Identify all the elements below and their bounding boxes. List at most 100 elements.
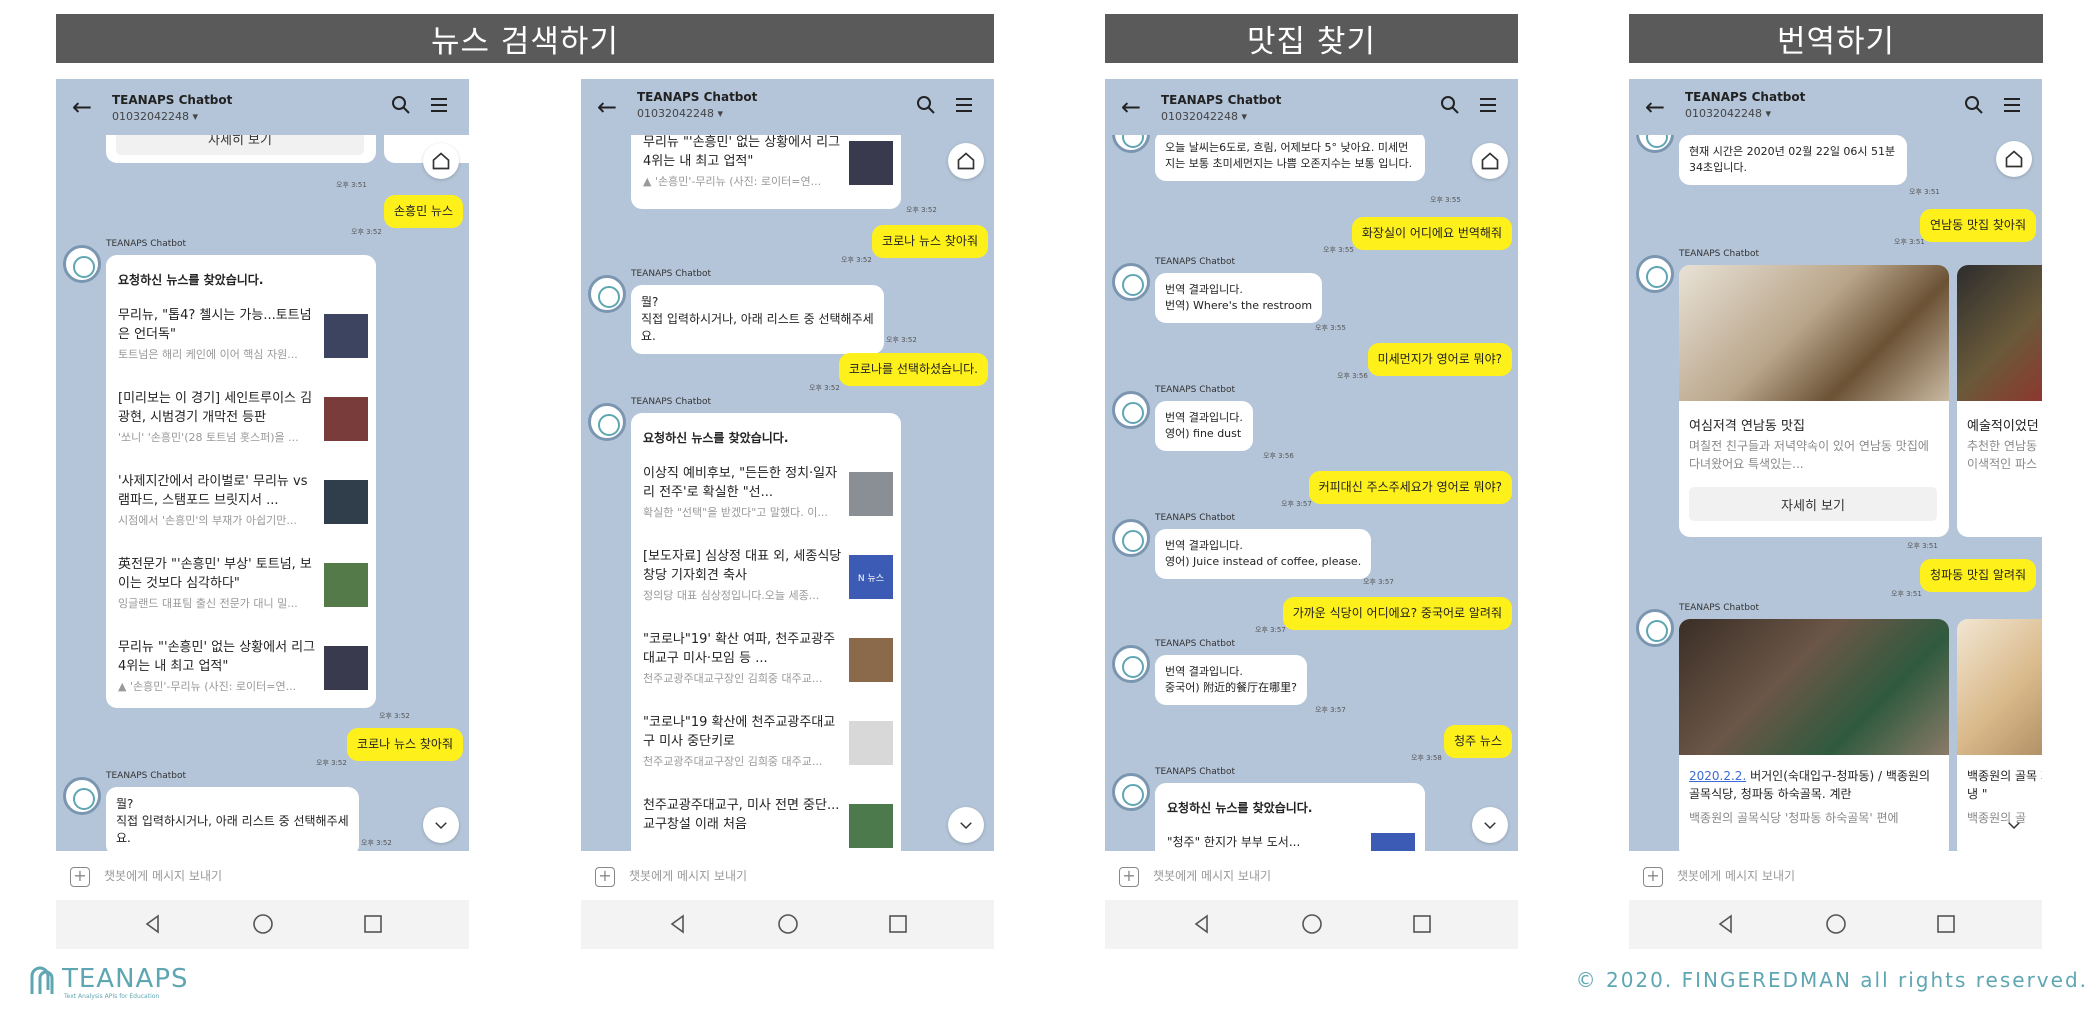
restaurant-image [1957,265,2042,401]
news-item[interactable]: 무리뉴 "'손흥민' 없는 상황에서 리그 4위는 내 최고 업적" ▲ '손흥민… [118,632,368,707]
message-input-bar: + 챗봇에게 메시지 보내기 [56,851,469,900]
search-icon[interactable] [389,93,413,117]
nav-home-icon[interactable] [1300,912,1324,936]
news-item[interactable]: 이상직 예비후보, "든든한 정치·일자리 전주'로 확실한 "선... 확실한 … [643,458,893,533]
nav-back-icon[interactable] [1714,912,1738,936]
news-card: 요청하신 뉴스를 찾았습니다. 이상직 예비후보, "든든한 정치·일자리 전주… [631,413,901,851]
card-heading: 요청하신 뉴스를 찾았습니다. [1167,801,1313,815]
news-item[interactable]: [미리보는 이 경기] 세인트루이스 김광현, 시범경기 개막전 등판 '쏘니' … [118,383,368,458]
scroll-down-button[interactable] [1472,807,1508,843]
nav-recent-icon[interactable] [886,912,910,936]
back-arrow-icon[interactable]: ← [72,93,92,121]
date-link[interactable]: 2020.2.2. [1689,769,1746,783]
bot-line: 뭘? [116,797,134,811]
user-message: 커피대신 주스주세요가 영어로 뭐야? [1308,471,1512,504]
sender-name: TEANAPS Chatbot [1155,513,1236,523]
user-message: 코로나를 선택하셨습니다. [838,353,988,386]
news-thumbnail [1371,833,1415,851]
news-item[interactable]: 무리뉴 "'손흥민' 없는 상황에서 리그 4위는 내 최고 업적" ▲ '손흥민… [643,127,893,202]
scroll-down-button[interactable] [948,807,984,843]
message-input[interactable]: 챗봇에게 메시지 보내기 [1153,867,1271,884]
home-button[interactable] [1472,143,1508,179]
home-button[interactable] [423,143,459,179]
news-title: 英전문가 "'손흥민' 부상' 토트넘, 보이는 것보다 심각하다" [118,557,312,591]
section-title-text: 번역하기 [1776,24,1896,60]
menu-icon[interactable] [1476,93,1500,117]
home-button[interactable] [948,143,984,179]
nav-recent-icon[interactable] [1410,912,1434,936]
phone-number[interactable]: 01032042248 ▾ [1161,110,1247,123]
nav-home-icon[interactable] [776,912,800,936]
news-title: 무리뉴 "'손흥민' 없는 상황에서 리그 4위는 내 최고 업적" [643,135,841,169]
user-message: 미세먼지가 영어로 뭐야? [1367,343,1512,376]
news-item[interactable]: 무리뉴, "톱4? 첼시는 가능...토트넘은 언더독" 토트넘은 해리 케인에 … [118,300,368,375]
sender-name: TEANAPS Chatbot [631,269,712,279]
news-desc: 천주교광주대교구장인 김희중 대주교... [643,755,823,768]
menu-icon[interactable] [2000,93,2024,117]
search-icon[interactable] [1438,93,1462,117]
plus-icon[interactable]: + [595,867,615,887]
phone-number[interactable]: 01032042248 ▾ [637,107,723,120]
news-card-partial: 무리뉴 "'손흥민' 없는 상황에서 리그 4위는 내 최고 업적" ▲ '손흥민… [631,125,901,209]
news-title: 무리뉴 "'손흥민' 없는 상황에서 리그 4위는 내 최고 업적" [118,640,316,674]
restaurant-card[interactable]: 여심저격 연남동 맛집 며칠전 친구들과 저녁약속이 있어 연남동 맛집에 다녀… [1679,265,1949,537]
message-input[interactable]: 챗봇에게 메시지 보내기 [629,867,747,884]
nav-recent-icon[interactable] [1934,912,1958,936]
sender-name: TEANAPS Chatbot [106,771,187,781]
sender-name: TEANAPS Chatbot [1679,249,1760,259]
section-title-news: 뉴스 검색하기 [56,14,994,63]
restaurant-card-partial[interactable]: 예술적이었던 추천한 연남동 이색적인 파스 [1957,265,2042,537]
news-card: 요청하신 뉴스를 찾았습니다. "청주" 한지가 부부 도서... [1155,783,1425,851]
nav-back-icon[interactable] [141,912,165,936]
news-item[interactable]: 英전문가 "'손흥민' 부상' 토트넘, 보이는 것보다 심각하다" 잉글랜드 대… [118,549,368,624]
message-input[interactable]: 챗봇에게 메시지 보내기 [1677,867,1795,884]
menu-icon[interactable] [427,93,451,117]
nav-home-icon[interactable] [1824,912,1848,936]
plus-icon[interactable]: + [70,867,90,887]
bot-line: 번역) Where's the restroom [1165,299,1313,312]
nav-back-icon[interactable] [666,912,690,936]
news-item[interactable]: [보도자료] 심상정 대표 외, 세종식당 창당 기자회견 축사 정의당 대표 심… [643,541,893,616]
chat-header: ← TEANAPS Chatbot 01032042248 ▾ [1629,79,2042,135]
scroll-down-button[interactable] [423,807,459,843]
chat-screen: ← TEANAPS Chatbot 01032042248 ▾ 무리뉴 "'손흥… [581,79,994,851]
bot-message: 뭘? 직접 입력하시거나, 아래 리스트 중 선택해주세요. [631,285,884,354]
restaurant-title: 여심저격 연남동 맛집 [1689,419,1805,434]
restaurant-card[interactable]: 2020.2.2. 버거인(숙대입구-청파동) / 백종원의 골목식당, 청파동… [1679,619,1949,851]
timestamp: 오후 3:55 [1430,196,1461,204]
bot-line: 영어) fine dust [1165,427,1242,440]
chat-title: TEANAPS Chatbot [1161,93,1282,107]
news-item[interactable]: '사제지간에서 라이벌로' 무리뉴 vs램파드, 스탬포드 브릿지서 ... 시점… [118,466,368,541]
chat-header: ← TEANAPS Chatbot 01032042248 ▾ [581,79,994,135]
search-icon[interactable] [914,93,938,117]
timestamp: 오후 3:52 [316,759,347,767]
bot-message: 오늘 날씨는6도로, 흐림, 어제보다 5° 낮아요. 미세먼지는 보통 초미세… [1155,131,1425,181]
bot-message: 뭘? 직접 입력하시거나, 아래 리스트 중 선택해주세요. [106,787,359,851]
search-icon[interactable] [1962,93,1986,117]
nav-recent-icon[interactable] [361,912,385,936]
sender-name: TEANAPS Chatbot [1679,603,1760,613]
home-button[interactable] [1996,141,2032,177]
scroll-down-button[interactable] [1996,807,2032,843]
phone-number[interactable]: 01032042248 ▾ [1685,107,1771,120]
news-title: '사제지간에서 라이벌로' 무리뉴 vs램파드, 스탬포드 브릿지서 ... [118,474,308,508]
nav-home-icon[interactable] [251,912,275,936]
menu-icon[interactable] [952,93,976,117]
news-title: 이상직 예비후보, "든든한 정치·일자리 전주'로 확실한 "선... [643,466,838,500]
user-message: 손흥민 뉴스 [383,195,463,228]
news-item[interactable]: "코로나"19' 확산 여파, 천주교광주대교구 미사·모임 등 ... 천주교광… [643,624,893,699]
plus-icon[interactable]: + [1119,867,1139,887]
news-item[interactable]: "코로나"19 확산에 천주교광주대교구 미사 중단키로 천주교광주대교구장인 김… [643,707,893,782]
back-arrow-icon[interactable]: ← [597,93,617,121]
plus-icon[interactable]: + [1643,867,1663,887]
news-item[interactable]: 천주교광주대교구, 미사 전면 중단...교구창설 이래 처음 [643,790,893,851]
logo-subtext: Text Analysis APIs for Education [64,993,160,1000]
home-icon [1481,152,1499,170]
phone-number[interactable]: 01032042248 ▾ [112,110,198,123]
back-arrow-icon[interactable]: ← [1645,93,1665,121]
nav-back-icon[interactable] [1190,912,1214,936]
back-arrow-icon[interactable]: ← [1121,93,1141,121]
user-message: 코로나 뉴스 찾아줘 [347,728,463,761]
message-input[interactable]: 챗봇에게 메시지 보내기 [104,867,222,884]
detail-button[interactable]: 자세히 보기 [1689,487,1937,521]
